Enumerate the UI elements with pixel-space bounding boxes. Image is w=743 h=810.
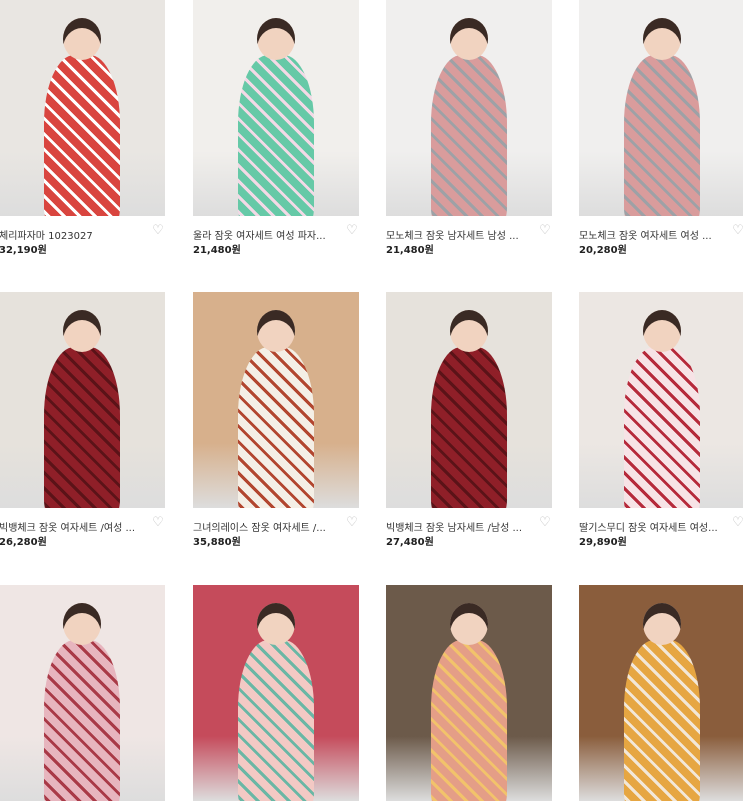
- model-figure: [44, 55, 120, 216]
- product-image[interactable]: [193, 0, 359, 216]
- heart-outline-icon[interactable]: ♡: [538, 224, 552, 238]
- product-image[interactable]: [193, 585, 359, 801]
- model-head: [257, 310, 295, 352]
- product-price: 26,280원: [0, 537, 47, 548]
- product-title[interactable]: 울라 잠옷 여자세트 여성 파자...: [193, 227, 341, 242]
- heart-outline-icon[interactable]: ♡: [731, 224, 743, 238]
- model-head: [450, 310, 488, 352]
- product-price: 21,480원: [193, 245, 241, 256]
- product-price: 32,190원: [0, 245, 47, 256]
- product-card[interactable]: 모노체크 잠옷 여자세트 여성 ... 20,280원 ♡: [579, 0, 743, 256]
- product-price: 35,880원: [193, 537, 241, 548]
- heart-outline-icon[interactable]: ♡: [345, 516, 359, 530]
- model-figure: [238, 347, 314, 508]
- product-title[interactable]: 체리파자마 1023027: [0, 227, 147, 242]
- model-figure: [238, 55, 314, 216]
- model-head: [643, 310, 681, 352]
- product-price: 21,480원: [386, 245, 434, 256]
- model-figure: [431, 640, 507, 801]
- heart-outline-icon[interactable]: ♡: [731, 516, 743, 530]
- product-image[interactable]: [386, 0, 552, 216]
- model-head: [63, 18, 101, 60]
- model-figure: [44, 640, 120, 801]
- product-image[interactable]: [579, 0, 743, 216]
- product-price: 27,480원: [386, 537, 434, 548]
- product-title[interactable]: 모노체크 잠옷 여자세트 여성 ...: [579, 227, 727, 242]
- product-image[interactable]: [193, 292, 359, 508]
- product-image[interactable]: [0, 0, 165, 216]
- product-card[interactable]: [386, 585, 552, 801]
- model-head: [257, 18, 295, 60]
- model-figure: [431, 347, 507, 508]
- product-card[interactable]: 모노체크 잠옷 남자세트 남성 ... 21,480원 ♡: [386, 0, 552, 256]
- product-card[interactable]: [193, 585, 359, 801]
- product-title[interactable]: 빅뱅체크 잠옷 남자세트 /남성 ...: [386, 519, 534, 534]
- model-head: [257, 603, 295, 645]
- model-head: [450, 18, 488, 60]
- model-head: [63, 603, 101, 645]
- heart-outline-icon[interactable]: ♡: [538, 516, 552, 530]
- model-head: [450, 603, 488, 645]
- model-head: [63, 310, 101, 352]
- heart-outline-icon[interactable]: ♡: [345, 224, 359, 238]
- model-head: [643, 18, 681, 60]
- product-card[interactable]: 울라 잠옷 여자세트 여성 파자... 21,480원 ♡: [193, 0, 359, 256]
- product-card[interactable]: 빅뱅체크 잠옷 남자세트 /남성 ... 27,480원 ♡: [386, 292, 552, 548]
- product-card[interactable]: 체리파자마 1023027 32,190원 ♡: [0, 0, 165, 256]
- product-image[interactable]: [579, 292, 743, 508]
- product-title[interactable]: 모노체크 잠옷 남자세트 남성 ...: [386, 227, 534, 242]
- product-image[interactable]: [0, 292, 165, 508]
- model-figure: [44, 347, 120, 508]
- model-figure: [431, 55, 507, 216]
- product-card[interactable]: 빅뱅체크 잠옷 여자세트 /여성 ... 26,280원 ♡: [0, 292, 165, 548]
- product-image[interactable]: [579, 585, 743, 801]
- product-title[interactable]: 그녀의레이스 잠옷 여자세트 /...: [193, 519, 341, 534]
- heart-outline-icon[interactable]: ♡: [151, 516, 165, 530]
- heart-outline-icon[interactable]: ♡: [151, 224, 165, 238]
- product-card[interactable]: [579, 585, 743, 801]
- product-image[interactable]: [0, 585, 165, 801]
- product-image[interactable]: [386, 585, 552, 801]
- product-card[interactable]: [0, 585, 165, 801]
- model-figure: [624, 347, 700, 508]
- product-title[interactable]: 빅뱅체크 잠옷 여자세트 /여성 ...: [0, 519, 147, 534]
- product-card[interactable]: 딸기스무디 잠옷 여자세트 여성... 29,890원 ♡: [579, 292, 743, 548]
- product-price: 29,890원: [579, 537, 627, 548]
- product-price: 20,280원: [579, 245, 627, 256]
- product-title[interactable]: 딸기스무디 잠옷 여자세트 여성...: [579, 519, 727, 534]
- model-head: [643, 603, 681, 645]
- product-image[interactable]: [386, 292, 552, 508]
- product-card[interactable]: 그녀의레이스 잠옷 여자세트 /... 35,880원 ♡: [193, 292, 359, 548]
- model-figure: [624, 640, 700, 801]
- model-figure: [624, 55, 700, 216]
- model-figure: [238, 640, 314, 801]
